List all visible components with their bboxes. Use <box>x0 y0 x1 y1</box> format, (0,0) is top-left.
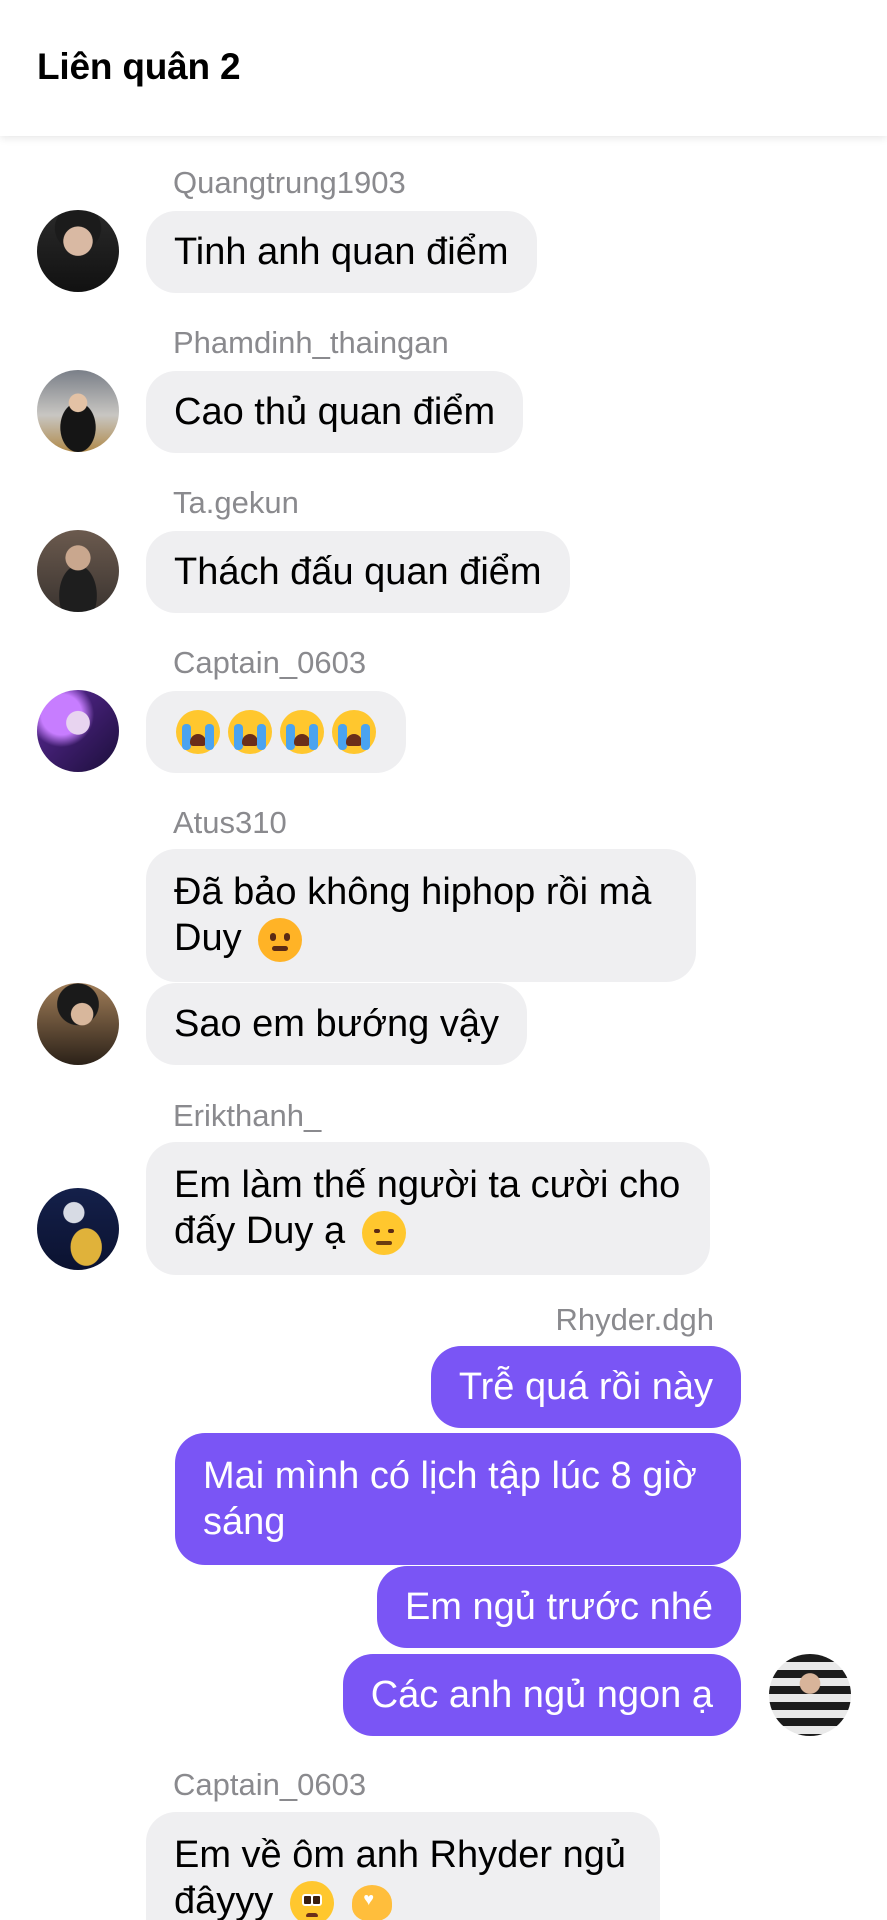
angry-face-icon <box>258 917 303 962</box>
message-text: Cao thủ quan điểm <box>174 391 496 433</box>
heart-hands-icon <box>352 1884 393 1920</box>
user-avatar[interactable] <box>37 370 119 452</box>
sender-name: Quangtrung1903 <box>173 165 406 200</box>
message-text: Thách đấu quan điểm <box>174 551 542 593</box>
message-bubble[interactable]: Em về ôm anh Rhyder ngủ đâyyy <box>146 1812 660 1920</box>
message-bubble[interactable]: Các anh ngủ ngon ạ <box>342 1654 741 1736</box>
message-text: Em làm thế người ta cười cho đấy Duy ạ <box>174 1164 681 1252</box>
message-bubble[interactable]: Thách đấu quan điểm <box>146 531 570 613</box>
message-bubble[interactable]: Cao thủ quan điểm <box>146 371 524 453</box>
message-bubble[interactable]: Em làm thế người ta cười cho đấy Duy ạ <box>146 1142 710 1275</box>
chat-title[interactable]: Liên quân 2 <box>37 46 241 88</box>
pensive-face-icon <box>361 1210 406 1255</box>
user-avatar[interactable] <box>37 690 119 772</box>
message-bubble[interactable]: Trễ quá rồi này <box>430 1346 741 1428</box>
message-text: Em về ôm anh Rhyder ngủ đâyyy <box>174 1834 627 1920</box>
user-avatar[interactable] <box>37 530 119 612</box>
loudly-crying-face-icon <box>280 710 324 754</box>
user-avatar[interactable] <box>769 1654 851 1736</box>
sender-name: Captain_0603 <box>173 645 367 680</box>
message-text: Mai mình có lịch tập lúc 8 giờ sáng <box>203 1455 697 1543</box>
sender-name: Erikthanh_ <box>173 1098 322 1133</box>
sender-name: Rhyder.dgh <box>555 1302 714 1337</box>
sender-name: Captain_0603 <box>173 1767 367 1802</box>
message-text: Tinh anh quan điểm <box>174 231 509 273</box>
message-text: Sao em bướng vậy <box>174 1003 499 1045</box>
sender-name: Phamdinh_thaingan <box>173 325 449 360</box>
message-text: Các anh ngủ ngon ạ <box>370 1674 713 1716</box>
pleading-face-icon <box>289 1880 334 1920</box>
message-text: Em ngủ trước nhé <box>404 1586 713 1628</box>
user-avatar[interactable] <box>37 983 119 1065</box>
sender-name: Atus310 <box>173 805 287 840</box>
message-bubble[interactable]: Sao em bướng vậy <box>146 983 527 1065</box>
loudly-crying-face-icon <box>228 710 272 754</box>
user-avatar[interactable] <box>37 210 119 292</box>
message-bubble[interactable]: Em ngủ trước nhé <box>376 1566 741 1648</box>
message-bubble[interactable]: Tinh anh quan điểm <box>146 211 537 293</box>
message-bubble[interactable]: Đã bảo không hiphop rồi mà Duy <box>146 849 696 982</box>
user-avatar[interactable] <box>37 1188 119 1270</box>
message-text: Đã bảo không hiphop rồi mà Duy <box>174 871 652 959</box>
loudly-crying-face-icon <box>332 710 376 754</box>
message-text: Trễ quá rồi này <box>458 1366 713 1408</box>
message-bubble[interactable] <box>146 691 406 773</box>
loudly-crying-face-icon <box>176 710 220 754</box>
sender-name: Ta.gekun <box>173 485 299 520</box>
message-bubble[interactable]: Mai mình có lịch tập lúc 8 giờ sáng <box>175 1433 741 1565</box>
chat-header: Liên quân 2 <box>0 0 887 136</box>
message-thread[interactable]: Quangtrung1903 Tinh anh quan điểm Phamdi… <box>0 136 887 1920</box>
